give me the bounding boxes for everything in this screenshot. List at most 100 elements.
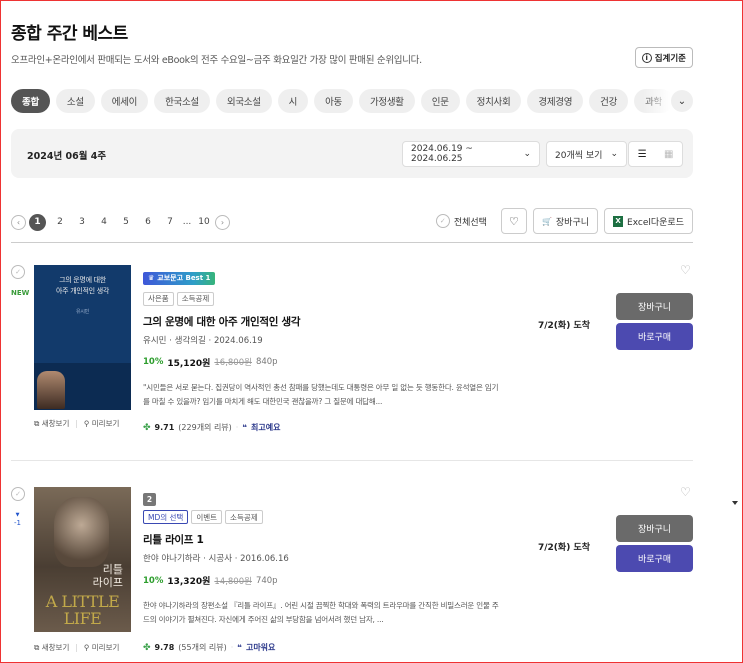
reward-points: 840p: [255, 357, 278, 367]
page-1[interactable]: 1: [29, 213, 46, 231]
date-range-select[interactable]: 2024.06.19 ~ 2024.06.25 ⌄: [402, 141, 540, 167]
add-to-cart-button[interactable]: 🛒 장바구니: [532, 208, 599, 234]
filter-bar: 2024년 06월 4주 2024.06.19 ~ 2024.06.25 ⌄ 2…: [11, 129, 693, 178]
tab-category-7[interactable]: 가정생활: [358, 89, 415, 113]
check-icon: ✓: [435, 214, 450, 228]
categories-next-button[interactable]: ⌄: [671, 90, 693, 112]
wishlist-button[interactable]: ♡: [500, 208, 527, 234]
buy-now-button[interactable]: 바로구매: [616, 545, 693, 572]
tab-category-9[interactable]: 정치사회: [465, 89, 522, 113]
page-10[interactable]: 10: [193, 217, 215, 227]
heart-icon[interactable]: ♡: [680, 263, 691, 277]
rating-score: 9.71: [154, 423, 175, 432]
rating-separator: ·: [230, 643, 234, 652]
date-range-value: 2024.06.19 ~ 2024.06.25: [411, 144, 473, 164]
page-6[interactable]: 6: [137, 217, 159, 227]
rank-change-value: -1: [14, 519, 21, 527]
rank-number-badge: 2: [143, 493, 156, 506]
tab-category-0[interactable]: 종합: [11, 89, 50, 113]
page-size-select[interactable]: 20개씩 보기 ⌄: [546, 141, 627, 167]
cart-icon: 🛒: [541, 216, 552, 226]
tag: 소득공제: [225, 510, 263, 524]
tab-category-5[interactable]: 시: [277, 89, 309, 113]
page-2[interactable]: 2: [49, 217, 71, 227]
criteria-button[interactable]: i 집계기준: [634, 47, 693, 68]
cover-title-ko: 리틀 라이프: [92, 563, 123, 589]
info-icon: i: [641, 52, 652, 63]
book-description: 한야 야나기하라의 장편소설 『리틀 라이프』. 어린 시절 끔찍한 학대와 폭…: [143, 601, 499, 624]
new-window-link[interactable]: ⧉ 새창보기: [34, 642, 69, 653]
cover-links: ⧉ 새창보기 | ⚲ 미리보기: [34, 642, 119, 653]
cover-title: 그의 운명에 대한 아주 개인적인 생각: [56, 276, 109, 295]
arrival-date: 7/2(화) 도착: [538, 543, 591, 553]
buy-now-button[interactable]: 바로구매: [616, 323, 693, 350]
crown-icon: ♛: [148, 274, 155, 282]
excel-download-button[interactable]: X Excel다운로드: [604, 208, 693, 234]
item-checkbox[interactable]: ✓: [11, 487, 25, 501]
rank-down-icon: ▼: [15, 512, 20, 518]
select-all[interactable]: ✓ 전체선택: [435, 214, 487, 228]
review-count[interactable]: (229개의 리뷰): [178, 422, 232, 433]
scroll-indicator-icon[interactable]: [732, 501, 738, 505]
quote-icon: ❝: [242, 423, 248, 432]
bestseller-badge-label: 교보문고 Best 1: [157, 274, 211, 282]
preview-label: 미리보기: [91, 419, 120, 428]
list-view-icon[interactable]: ☰: [629, 142, 656, 166]
item-checkbox[interactable]: ✓: [11, 265, 25, 279]
rating-score: 9.78: [154, 643, 175, 652]
price-row: 10% 13,320원 14,800원 740p: [143, 574, 513, 588]
tab-category-11[interactable]: 건강: [589, 89, 629, 113]
tag: 이벤트: [191, 510, 223, 524]
tab-category-4[interactable]: 외국소설: [215, 89, 272, 113]
rating-row: ✤ 9.78 (55개의 리뷰) · ❝ 고마워요: [143, 642, 275, 653]
week-label: 2024년 06월 4주: [27, 151, 107, 162]
cover-portrait: [54, 497, 109, 567]
add-to-cart-button[interactable]: 장바구니: [616, 515, 693, 542]
review-keyword: 고마워요: [245, 643, 276, 652]
new-window-link[interactable]: ⧉ 새창보기: [34, 418, 69, 429]
page-ellipsis: ...: [182, 217, 192, 227]
chevron-down-icon: ⌄: [677, 95, 687, 107]
rating-row: ✤ 9.71 (229개의 리뷰) · ❝ 최고예요: [143, 422, 281, 433]
book-title[interactable]: 그의 운명에 대한 아주 개인적인 생각: [143, 314, 513, 329]
page-7[interactable]: 7: [159, 217, 181, 227]
sale-price: 15,120원: [167, 358, 211, 369]
list-divider: [11, 242, 693, 243]
grid-view-icon[interactable]: ▦: [656, 142, 683, 166]
tab-category-10[interactable]: 경제경영: [527, 89, 584, 113]
tab-category-2[interactable]: 에세이: [100, 89, 149, 113]
link-separator: |: [75, 643, 78, 652]
page-3[interactable]: 3: [71, 217, 93, 227]
search-icon: ⚲: [83, 643, 90, 652]
page-5[interactable]: 5: [115, 217, 137, 227]
book-meta: 유시민 · 생각의길 · 2024.06.19: [143, 335, 263, 346]
book-info: 2 MD의 선택 이벤트 소득공제 리틀 라이프 1 한야 야나기하라 · 시공…: [143, 487, 513, 627]
preview-label: 미리보기: [91, 643, 120, 652]
preview-link[interactable]: ⚲ 미리보기: [84, 642, 120, 653]
page-4[interactable]: 4: [93, 217, 115, 227]
cart-label: 장바구니: [555, 217, 590, 228]
preview-link[interactable]: ⚲ 미리보기: [84, 418, 120, 429]
cover-links: ⧉ 새창보기 | ⚲ 미리보기: [34, 418, 119, 429]
book-cover[interactable]: 그의 운명에 대한 아주 개인적인 생각 유시민: [34, 265, 131, 410]
book-tags: 사은품 소득공제: [143, 291, 513, 306]
review-count[interactable]: (55개의 리뷰): [178, 642, 226, 653]
tab-category-3[interactable]: 한국소설: [154, 89, 210, 113]
book-cover[interactable]: 리틀 라이프 A LITTLE LIFE: [34, 487, 131, 632]
arrival-date: 7/2(화) 도착: [538, 321, 591, 331]
price-row: 10% 15,120원 16,800원 840p: [143, 356, 513, 369]
next-page-button[interactable]: ›: [215, 214, 230, 230]
heart-icon[interactable]: ♡: [680, 485, 691, 499]
book-title[interactable]: 리틀 라이프 1: [143, 532, 513, 547]
add-to-cart-button[interactable]: 장바구니: [616, 293, 693, 320]
category-tabs: 종합 소설 에세이 한국소설 외국소설 시 아동 가정생활 인문 정치사회 경제…: [11, 89, 693, 115]
cover-author: 유시민: [76, 309, 89, 315]
excel-label: Excel다운로드: [627, 217, 684, 228]
book-description: "시민들은 서로 묻는다. 집권당이 역사적인 총선 참패를 당했는데도 대통령…: [143, 382, 499, 406]
tab-category-1[interactable]: 소설: [55, 89, 95, 113]
tab-category-6[interactable]: 아동: [314, 89, 353, 113]
chevron-down-icon: ⌄: [523, 149, 531, 159]
tab-category-8[interactable]: 인문: [420, 89, 460, 113]
prev-page-button[interactable]: ‹: [11, 214, 26, 230]
external-link-icon: ⧉: [34, 419, 40, 428]
